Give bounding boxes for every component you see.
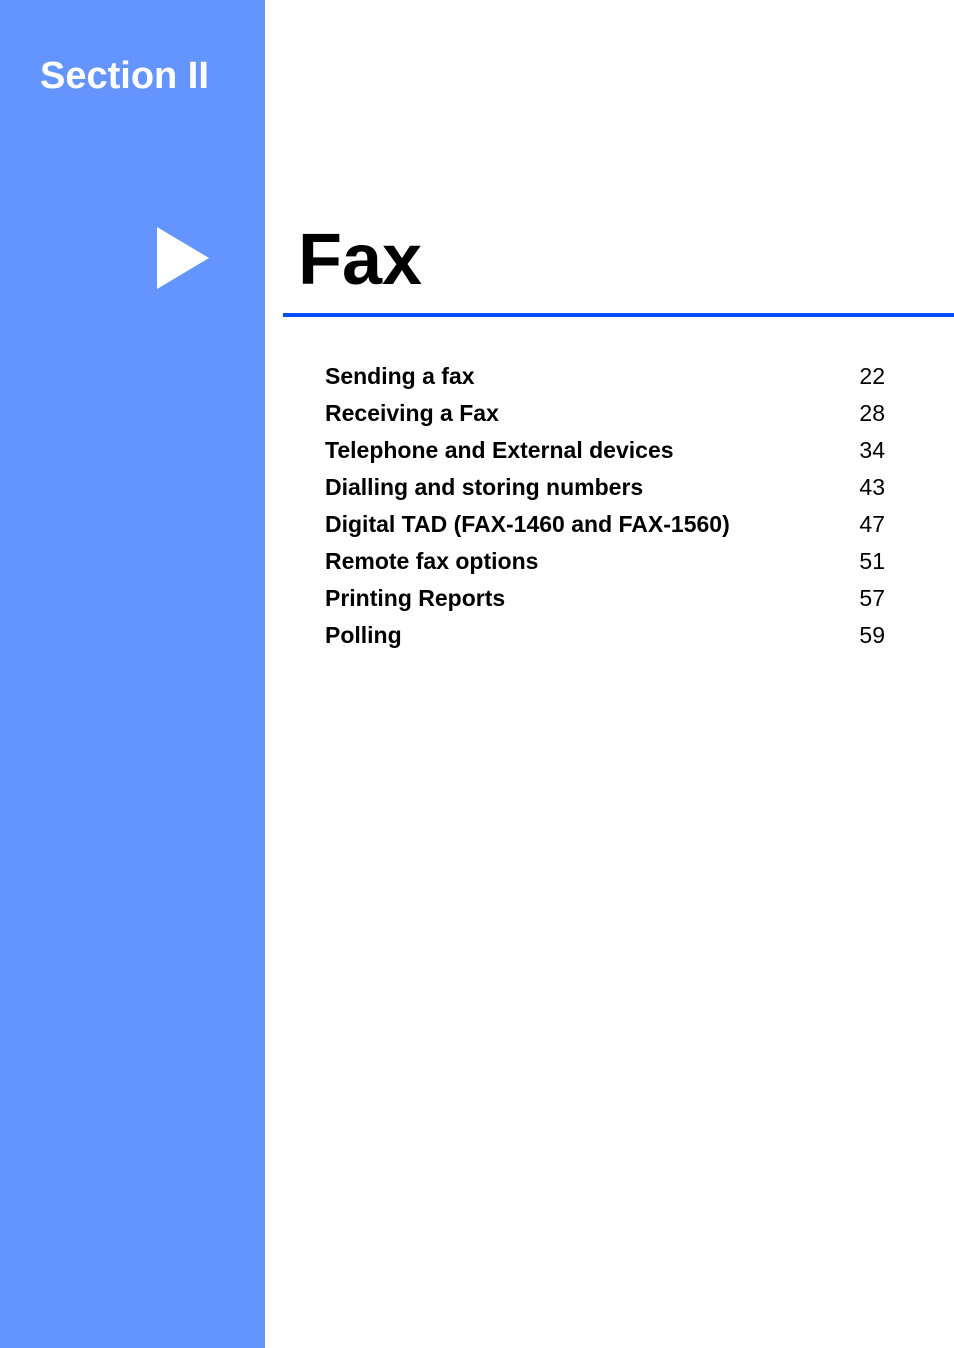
toc-entry[interactable]: Printing Reports 57 (325, 580, 885, 617)
toc-entry-label[interactable]: Digital TAD (FAX-1460 and FAX-1560) (325, 506, 730, 543)
toc-entry-page[interactable]: 59 (859, 617, 885, 654)
toc-entry[interactable]: Telephone and External devices 34 (325, 432, 885, 469)
toc-entry-label[interactable]: Telephone and External devices (325, 432, 674, 469)
toc-entry-label[interactable]: Printing Reports (325, 580, 505, 617)
toc-entry-page[interactable]: 34 (859, 432, 885, 469)
toc-entry-page[interactable]: 51 (859, 543, 885, 580)
toc-entry[interactable]: Digital TAD (FAX-1460 and FAX-1560) 47 (325, 506, 885, 543)
title-rule (283, 313, 954, 317)
toc-entry[interactable]: Receiving a Fax 28 (325, 395, 885, 432)
toc-entry-page[interactable]: 43 (859, 469, 885, 506)
toc-entry[interactable]: Remote fax options 51 (325, 543, 885, 580)
toc-entry[interactable]: Polling 59 (325, 617, 885, 654)
triangle-right-icon (157, 227, 209, 289)
toc-entry-label[interactable]: Sending a fax (325, 358, 475, 395)
toc-entry-page[interactable]: 57 (859, 580, 885, 617)
toc-entry-page[interactable]: 28 (859, 395, 885, 432)
toc-entry-page[interactable]: 22 (859, 358, 885, 395)
toc-entry-label[interactable]: Remote fax options (325, 543, 538, 580)
toc-entry[interactable]: Sending a fax 22 (325, 358, 885, 395)
table-of-contents: Sending a fax 22 Receiving a Fax 28 Tele… (325, 358, 885, 654)
chapter-title: Fax (298, 220, 423, 300)
section-sidebar: Section II (0, 0, 265, 1348)
section-label: Section II (40, 55, 209, 97)
toc-entry-label[interactable]: Dialling and storing numbers (325, 469, 643, 506)
toc-entry-page[interactable]: 47 (859, 506, 885, 543)
toc-entry-label[interactable]: Receiving a Fax (325, 395, 499, 432)
toc-entry-label[interactable]: Polling (325, 617, 402, 654)
toc-entry[interactable]: Dialling and storing numbers 43 (325, 469, 885, 506)
